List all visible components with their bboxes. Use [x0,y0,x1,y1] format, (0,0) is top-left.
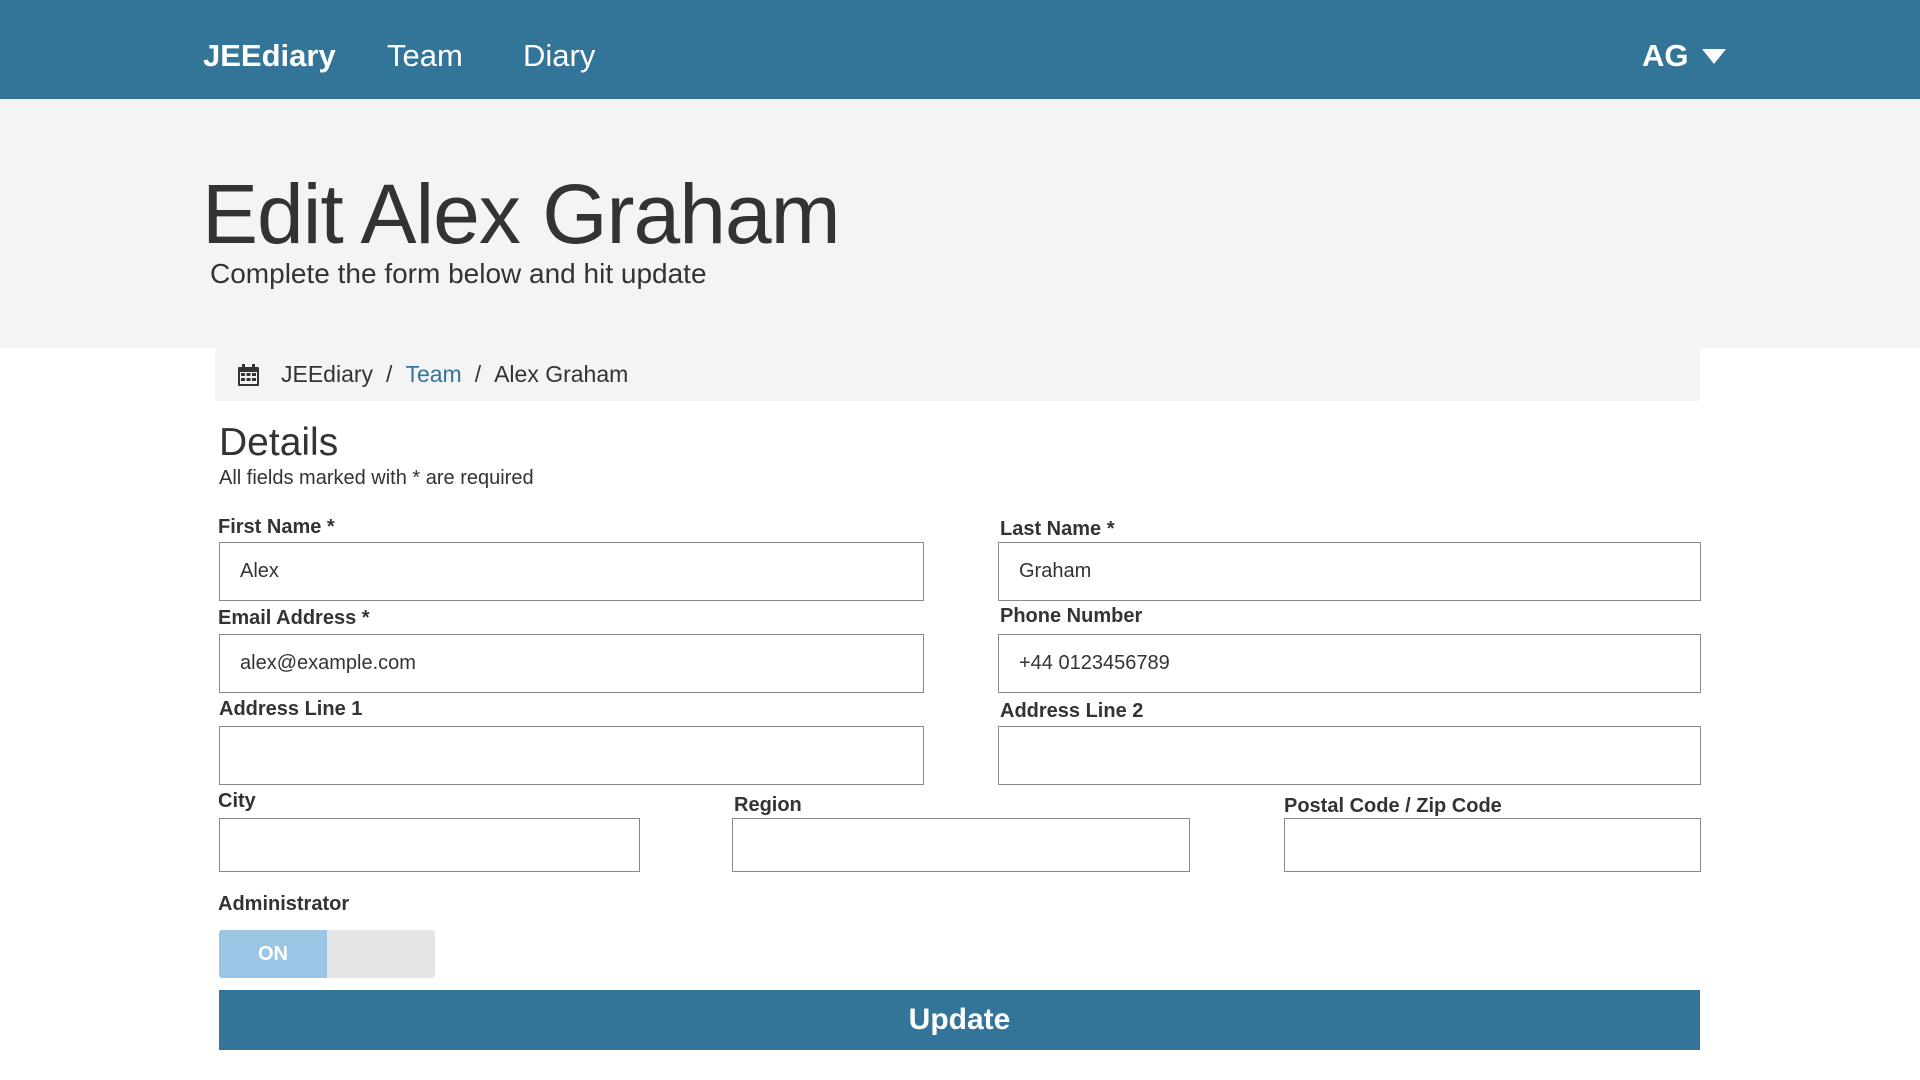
breadcrumb-team-link[interactable]: Team [405,361,461,388]
breadcrumb-home: JEEdiary [281,361,374,387]
nav-link-team[interactable]: Team [387,38,463,74]
breadcrumb: JEEdiary / Team / Alex Graham [215,348,1700,401]
phone-label: Phone Number [1000,605,1143,627]
administrator-label: Administrator [218,893,350,915]
region-field[interactable] [732,818,1190,872]
toggle-on-label: ON [219,930,327,978]
address-line-2-label: Address Line 2 [1000,700,1144,722]
administrator-toggle[interactable]: ON [219,930,435,978]
email-label: Email Address * [218,607,370,629]
region-label: Region [734,794,802,816]
calendar-icon [238,363,259,386]
last-name-field[interactable] [998,542,1701,601]
section-title: Details [219,421,339,464]
page-subtitle: Complete the form below and hit update [210,258,707,289]
required-fields-note: All fields marked with * are required [219,467,534,489]
first-name-field[interactable] [219,542,924,601]
postal-code-field[interactable] [1284,818,1701,872]
city-field[interactable] [219,818,640,872]
city-label: City [218,790,256,812]
email-field[interactable] [219,634,924,693]
address-line-1-label: Address Line 1 [219,698,363,720]
nav-link-diary[interactable]: Diary [523,38,595,74]
address-line-1-field[interactable] [219,726,924,785]
phone-field[interactable] [998,634,1701,693]
breadcrumb-separator: / [386,361,393,387]
breadcrumb-separator: / [474,361,482,387]
postal-code-label: Postal Code / Zip Code [1284,795,1502,817]
page-title: Edit Alex Graham [202,167,841,261]
user-initials: AG [1642,38,1689,73]
brand-link[interactable]: JEEdiary [203,38,336,74]
user-menu-dropdown[interactable]: AG [1642,38,1726,74]
caret-down-icon [1701,48,1726,64]
update-button[interactable]: Update [219,990,1700,1050]
breadcrumb-current: Alex Graham [494,361,629,387]
top-navbar: JEEdiary Team Diary AG [0,0,1920,99]
first-name-label: First Name * [218,516,335,538]
last-name-label: Last Name * [1000,518,1115,540]
address-line-2-field[interactable] [998,726,1701,785]
